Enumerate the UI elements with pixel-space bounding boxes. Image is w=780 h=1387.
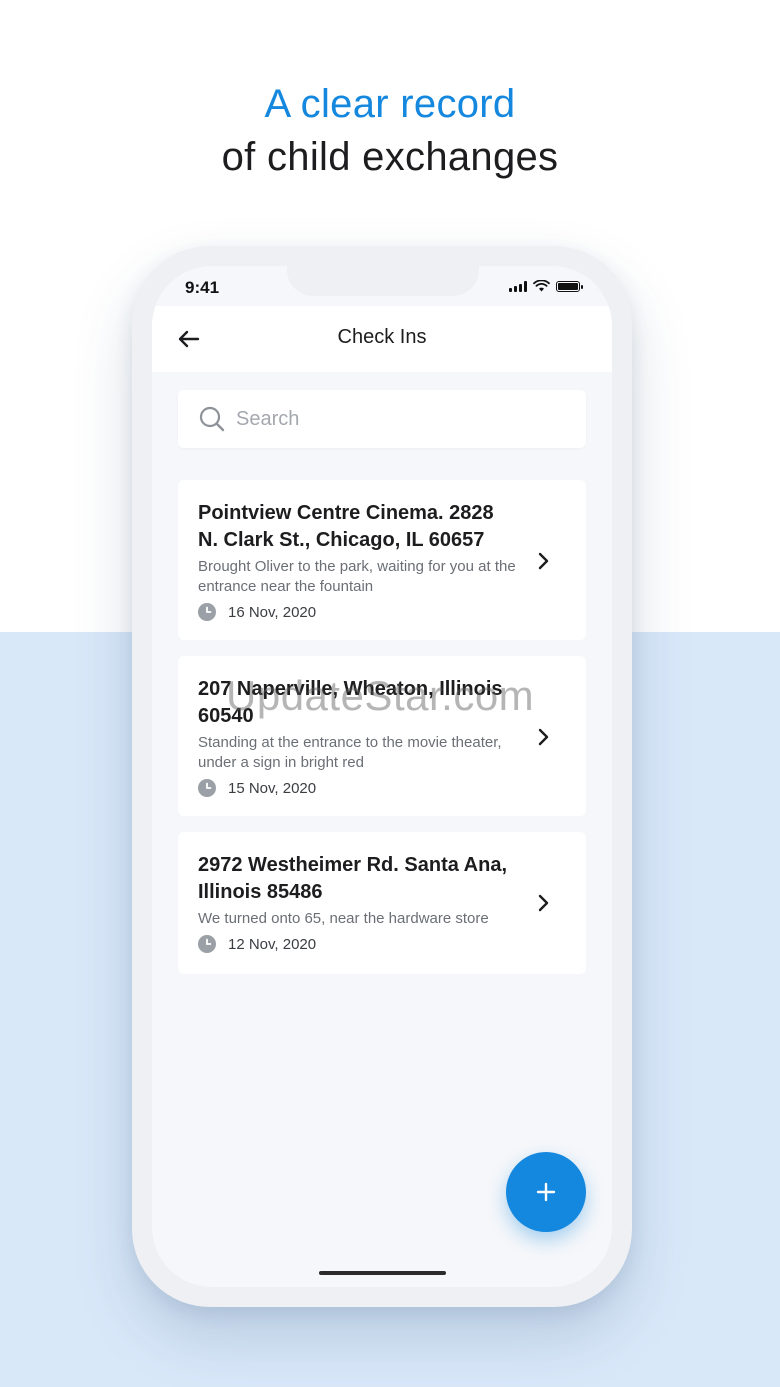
clock-icon	[198, 935, 216, 953]
checkin-date-row: 12 Nov, 2020	[198, 935, 316, 953]
status-icons	[509, 280, 583, 292]
checkin-description: Brought Oliver to the park, waiting for …	[198, 558, 516, 595]
cellular-signal-icon	[509, 280, 527, 292]
phone-notch	[287, 266, 479, 296]
headline-accent: A clear record	[264, 82, 516, 126]
headline-subtitle: of child exchanges	[221, 135, 559, 179]
checkin-card[interactable]: Pointview Centre Cinema. 2828 N. Clark S…	[178, 480, 586, 640]
add-checkin-button[interactable]	[506, 1152, 586, 1232]
status-time: 9:41	[185, 278, 220, 297]
battery-icon	[556, 280, 583, 292]
search-icon	[199, 406, 225, 432]
checkin-description: Standing at the entrance to the movie th…	[198, 734, 502, 771]
home-indicator	[319, 1271, 446, 1275]
headline: A clear record of child exchanges	[0, 80, 780, 186]
search-bar[interactable]	[178, 390, 586, 448]
checkin-date: 16 Nov, 2020	[228, 603, 317, 621]
search-input[interactable]	[236, 407, 556, 431]
clock-icon	[198, 779, 216, 797]
checkin-date: 15 Nov, 2020	[228, 779, 317, 797]
chevron-right-icon	[538, 728, 549, 746]
checkin-card[interactable]: 2972 Westheimer Rd. Santa Ana, Illinois …	[178, 832, 586, 974]
clock-icon	[198, 603, 216, 621]
phone-screen: 9:41 Check Ins Pointview Centre Cinema. …	[152, 266, 612, 1287]
chevron-right-icon	[538, 894, 549, 912]
checkin-date-row: 15 Nov, 2020	[198, 779, 316, 797]
page-title: Check Ins	[337, 326, 427, 348]
chevron-right-icon	[538, 552, 549, 570]
checkin-date-row: 16 Nov, 2020	[198, 603, 316, 621]
checkin-location: 207 Naperville, Wheaton, Illinois 60540	[198, 678, 503, 727]
checkin-date: 12 Nov, 2020	[228, 935, 317, 953]
wifi-icon	[533, 280, 550, 292]
checkin-card[interactable]: 207 Naperville, Wheaton, Illinois 60540 …	[178, 656, 586, 816]
app-header: Check Ins	[152, 306, 612, 372]
checkin-description: We turned onto 65, near the hardware sto…	[198, 910, 489, 927]
checkin-location: 2972 Westheimer Rd. Santa Ana, Illinois …	[198, 854, 508, 903]
plus-icon	[536, 1182, 556, 1202]
checkin-location: Pointview Centre Cinema. 2828 N. Clark S…	[198, 502, 494, 551]
